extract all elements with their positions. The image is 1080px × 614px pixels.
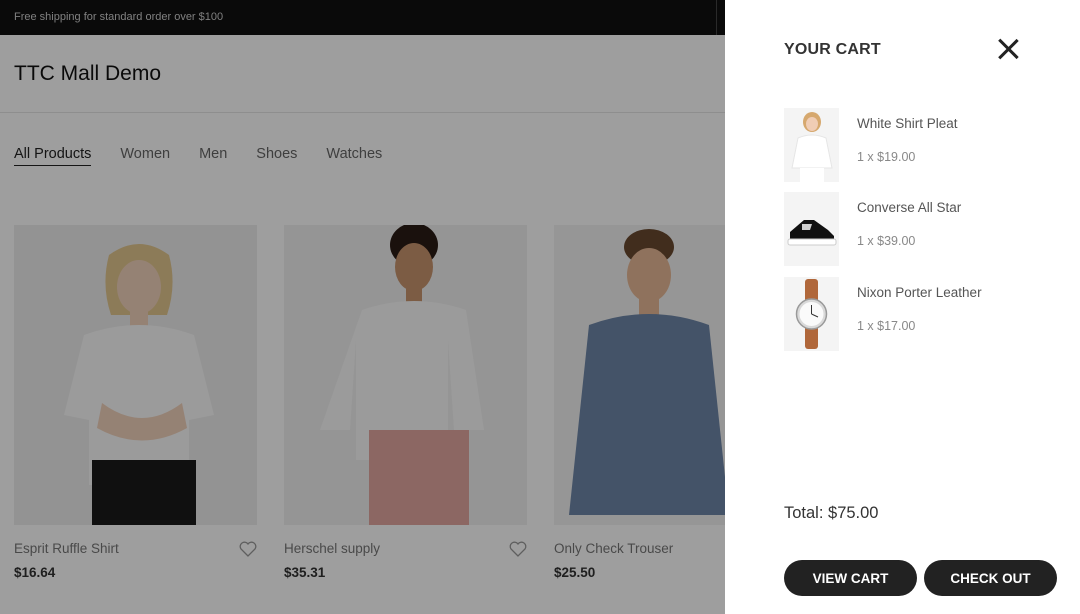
close-icon[interactable]: [995, 36, 1021, 62]
cart-item[interactable]: Nixon Porter Leather 1 x $17.00: [784, 277, 1054, 351]
shirt-woman-thumbnail[interactable]: [784, 108, 839, 182]
cart-item-name[interactable]: White Shirt Pleat: [857, 116, 958, 131]
page-dim-overlay[interactable]: [0, 0, 725, 614]
watch-thumbnail-image: [784, 277, 839, 351]
cart-item-qty-price: 1 x $19.00: [857, 150, 916, 164]
cart-total: Total: $75.00: [784, 504, 879, 522]
view-cart-button[interactable]: VIEW CART: [784, 560, 917, 596]
watch-thumbnail[interactable]: [784, 277, 839, 351]
woman-shirt-thumbnail-image: [784, 108, 839, 182]
cart-item-qty-price: 1 x $39.00: [857, 234, 916, 248]
cart-item[interactable]: White Shirt Pleat 1 x $19.00: [784, 108, 1054, 182]
cart-item-name[interactable]: Converse All Star: [857, 200, 961, 215]
sneaker-thumbnail[interactable]: [784, 192, 839, 266]
sneaker-thumbnail-image: [784, 192, 839, 266]
cart-item-name[interactable]: Nixon Porter Leather: [857, 285, 982, 300]
checkout-button[interactable]: CHECK OUT: [924, 560, 1057, 596]
cart-item-qty-price: 1 x $17.00: [857, 319, 916, 333]
cart-drawer: YOUR CART White Shirt Pleat 1 x $19.00 C…: [725, 0, 1080, 614]
cart-title: YOUR CART: [784, 41, 881, 58]
cart-item[interactable]: Converse All Star 1 x $39.00: [784, 192, 1054, 266]
